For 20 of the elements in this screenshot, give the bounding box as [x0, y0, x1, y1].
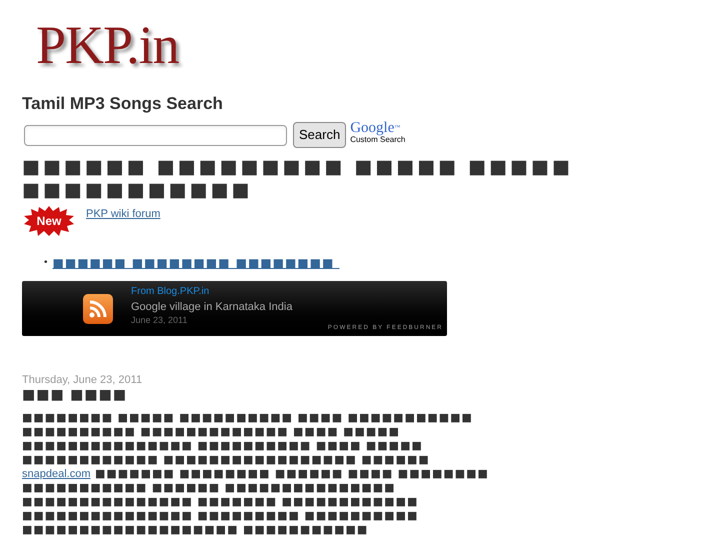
forum-link[interactable]: PKP wiki forum: [86, 206, 160, 222]
brand-logo: Google$^{™}$: [350, 120, 402, 136]
site-logo[interactable]: PKP.in: [36, 12, 179, 78]
post-body: ■■■■■■■■ ■■■■■ ■■■■■■■■■■ ■■■■ ■■■■■■■■■■■ ■■■■■■■■■■ ■■■■■■■■■■■■■ ■■■■ ■■■■■ ■■■■■■■■■■■■■■■ ■■■■■■■■■■ ■■■■ ■■■■■ ■■■■■■■■■■■■ ■■■■■■■■■■■■■■■■■ ■■■■■■ snapdeal.com ■■■■■■■ ■■■■■■■■ ■■■■■■ ■■■■ ■■■■■■■■ ■■■■■■■■■■■ ■■■■■■ ■■■■■■■■■■■■■■■ ■■■■■■■■■■■■■■■ ■■■■■■■ ■■■■■■■■■■■■ ■■■■■■■■■■■■■■■ ■■■■■■■■■ ■■■■■■■■■■ ■■■■■■■■■■■■■■■■■■■ ■■■■■■■■■■■: [22, 410, 490, 536]
inline-link[interactable]: snapdeal.com: [22, 468, 90, 480]
new-badge: New: [24, 206, 74, 236]
brand-caption: Custom Search: [350, 136, 406, 144]
search-button[interactable]: Search: [293, 122, 346, 148]
post-title: ■■■ ■■■■: [22, 386, 128, 402]
post-date: Thursday, June 23, 2011: [22, 374, 144, 386]
feed-date: June 23, 2011: [131, 314, 188, 326]
headline-text: ■■■■■■■■■■■: [22, 178, 254, 202]
search-field[interactable]: [24, 124, 287, 146]
list-link[interactable]: ■■■■■■ ■■■■■■■■ ■■■■■■■■: [52, 254, 340, 272]
feed-post-link[interactable]: Google village in Karnataka India: [131, 298, 292, 314]
feed-source-link[interactable]: From Blog.PKP.in: [131, 284, 292, 298]
bullet-mark: •: [44, 256, 48, 270]
section-title: Tamil MP3 Songs Search: [22, 93, 224, 115]
rss-icon: [83, 294, 113, 324]
headline-text: ■■■■■■ ■■■■■■■■■ ■■■■■ ■■■■■: [22, 156, 574, 178]
